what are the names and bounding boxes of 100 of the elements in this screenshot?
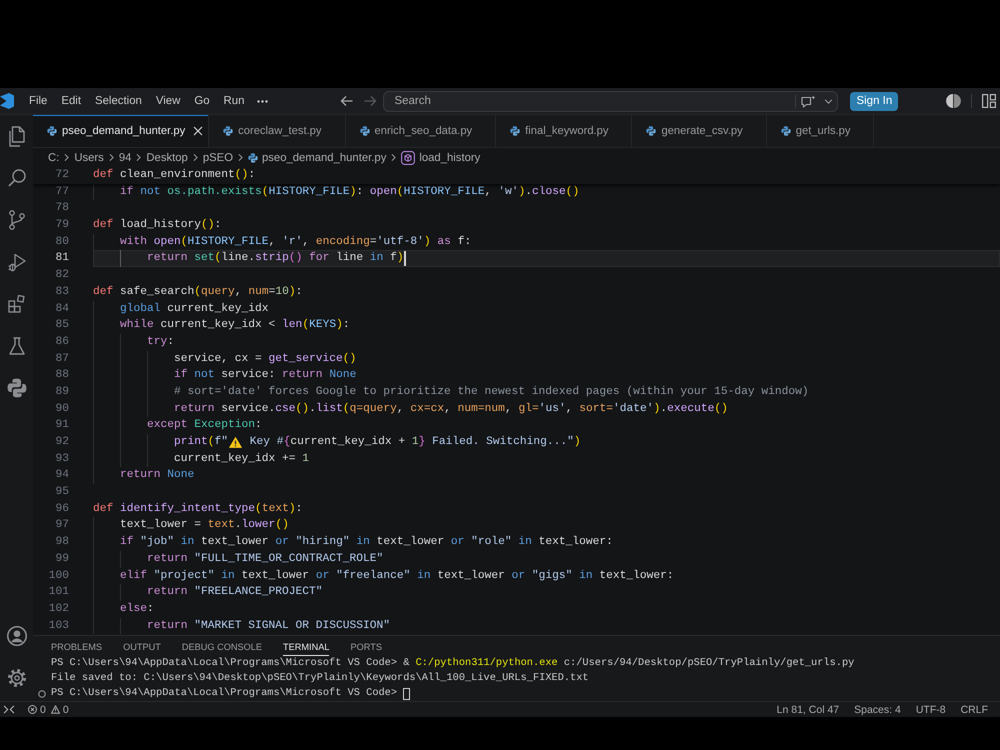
terminal-line: File saved to: C:\Users\94\Desktop\pSEO\TryPlainly\Keywords\All_100_Live_URLs_FIXED.txt — [51, 671, 589, 686]
close-icon[interactable] — [193, 126, 204, 136]
files-icon[interactable] — [8, 126, 24, 146]
menu-item[interactable]: Edit — [54, 91, 88, 111]
line-number: 98 — [55, 536, 69, 548]
menu-item[interactable]: Go — [187, 91, 217, 111]
line-number: 84 — [55, 302, 69, 314]
code-text: Key #{current_key_idx + 1} Failed. Switching...") — [248, 434, 581, 450]
line-number: 100 — [48, 570, 69, 582]
panel-tab[interactable]: DEBUG CONSOLE — [182, 639, 262, 656]
line-number: 88 — [55, 369, 69, 382]
breadcrumb-item[interactable]: 94 — [118, 152, 132, 164]
python-file-icon — [646, 126, 656, 136]
line-number: 85 — [55, 319, 69, 332]
line-number: 89 — [55, 386, 69, 398]
code-line: def load_history(): — [93, 218, 222, 234]
line-number: 93 — [55, 452, 69, 465]
menu-item[interactable]: File — [22, 91, 54, 111]
code-line: except Exception: — [147, 418, 262, 434]
sign-in-button[interactable]: Sign In — [850, 92, 898, 110]
text-cursor — [404, 251, 406, 266]
remote-icon[interactable] — [3, 705, 15, 714]
code-line: elif "project" in text_lower or "freelance" in text_lower or "gigs" in text_lower: — [120, 568, 674, 584]
chevron-right-icon — [108, 153, 114, 162]
python-file-icon — [47, 126, 57, 136]
breadcrumb-item[interactable]: load_history — [401, 150, 480, 164]
code-line: global current_key_idx — [120, 302, 269, 316]
back-arrow-icon[interactable] — [340, 95, 354, 107]
layout-panels-icon[interactable] — [982, 94, 996, 108]
account-icon[interactable] — [6, 626, 26, 646]
line-number: 94 — [55, 469, 69, 482]
branch-icon[interactable] — [8, 210, 24, 230]
code-line: if not service: return None — [174, 368, 356, 384]
status-item[interactable]: CRLF — [960, 704, 988, 716]
status-item[interactable]: Spaces: 4 — [854, 704, 901, 716]
line-number: 87 — [55, 352, 69, 365]
python-file-icon — [780, 126, 791, 136]
chat-sparkle-icon[interactable] — [801, 94, 816, 108]
panel-tab[interactable]: PORTS — [350, 639, 382, 656]
line-number: 96 — [55, 502, 69, 515]
search-field[interactable]: Search — [383, 90, 838, 112]
code-line: def safe_search(query, num=10): — [93, 284, 302, 300]
line-number: 80 — [55, 236, 69, 248]
error-count[interactable]: 0 — [28, 704, 46, 716]
more-icon[interactable] — [257, 100, 268, 102]
line-number: 83 — [55, 286, 69, 298]
breadcrumb-item[interactable]: pseo_demand_hunter.py — [248, 152, 386, 164]
cube-icon — [401, 150, 416, 164]
python-file-icon — [223, 126, 234, 136]
code-line: if "job" in text_lower or "hiring" in text_lower or "role" in text_lower: — [120, 534, 613, 550]
code-line: with open(HISTORY_FILE, 'r', encoding='utf-8') as f: — [120, 234, 472, 250]
line-number: 72 — [55, 169, 69, 181]
code-line: return None — [120, 468, 194, 484]
line-number: 99 — [55, 552, 69, 565]
line-number: 102 — [48, 602, 69, 615]
breadcrumb-item[interactable]: C: — [48, 152, 60, 164]
line-number: 81 — [55, 252, 69, 264]
python-file-icon — [360, 126, 370, 136]
python-file-icon — [510, 126, 520, 136]
flask-icon[interactable] — [8, 337, 24, 355]
panel-tab[interactable]: PROBLEMS — [51, 639, 102, 656]
chevron-down-icon[interactable] — [824, 98, 834, 104]
code-line: return "FREELANCE_PROJECT" — [147, 584, 323, 600]
code-line: current_key_idx += 1 — [174, 452, 310, 467]
line-number: 90 — [55, 402, 69, 415]
code-line: def identify_intent_type(text): — [93, 502, 302, 517]
bug-play-icon[interactable] — [8, 252, 26, 272]
warning-count[interactable]: 0 — [50, 704, 69, 716]
status-item[interactable]: Ln 81, Col 47 — [776, 704, 840, 716]
chevron-right-icon — [136, 153, 142, 162]
line-number: 78 — [55, 202, 69, 214]
python-file-icon — [248, 152, 258, 162]
line-number: 86 — [55, 336, 69, 348]
settings-icon[interactable] — [8, 669, 26, 687]
code-line: else: — [120, 602, 154, 617]
code-text: print(f" — [174, 434, 228, 450]
status-item[interactable]: UTF-8 — [916, 704, 946, 716]
chevron-right-icon — [391, 153, 396, 162]
chevron-right-icon — [192, 153, 198, 162]
menu-item[interactable]: Run — [216, 91, 252, 111]
line-number: 77 — [55, 186, 69, 198]
breadcrumb-item[interactable]: Desktop — [146, 152, 188, 164]
breadcrumb-item[interactable]: Users — [74, 152, 104, 164]
python-icon[interactable] — [6, 378, 26, 398]
code-line: try: — [147, 334, 174, 350]
code-line: if not os.path.exists(HISTORY_FILE): open(HISTORY_FILE, 'w').close() — [120, 184, 580, 200]
menu-item[interactable]: Selection — [88, 91, 149, 111]
panel-tab[interactable]: TERMINAL — [283, 639, 330, 656]
breadcrumb-item[interactable]: pSEO — [202, 152, 233, 164]
editor-tab[interactable]: pseo_demand_hunter.py — [33, 115, 210, 147]
code-line: while current_key_idx < len(KEYS): — [120, 318, 350, 334]
code-line: return "FULL_TIME_OR_CONTRACT_ROLE" — [147, 552, 384, 567]
logo-icon[interactable] — [0, 93, 14, 109]
blocks-icon[interactable] — [8, 295, 26, 313]
chevron-right-icon — [238, 153, 243, 162]
menu-item[interactable]: View — [148, 91, 188, 111]
panel-tab[interactable]: OUTPUT — [123, 639, 161, 656]
line-number: 79 — [55, 219, 69, 232]
split-circle-icon[interactable] — [946, 94, 962, 108]
search-icon[interactable] — [8, 169, 26, 187]
